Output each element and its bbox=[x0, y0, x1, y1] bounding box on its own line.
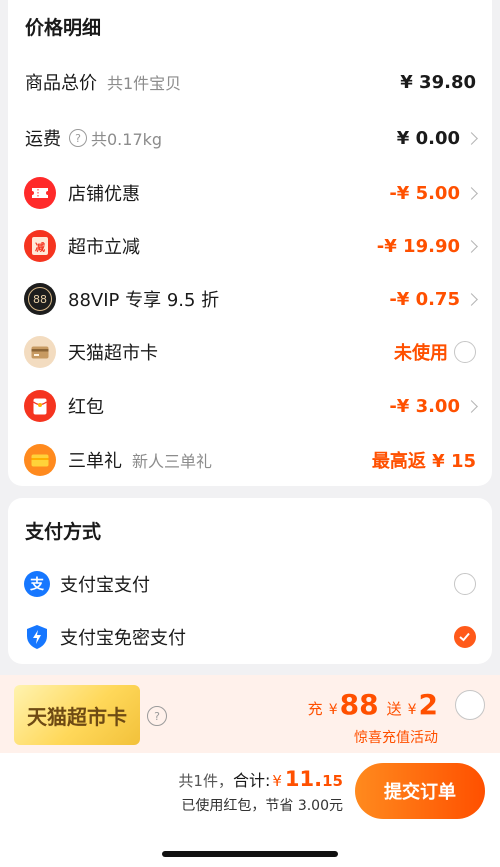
alipay-icon: 支 bbox=[24, 571, 50, 597]
savings-text: 已使用红包，节省 3.00元 bbox=[181, 798, 343, 814]
currency-symbol: ¥ bbox=[328, 702, 338, 718]
shipping-weight: 共0.17kg bbox=[91, 130, 163, 149]
discount-value: 最高返 ¥ 15 bbox=[371, 451, 476, 472]
goods-total-count: 共1件宝贝 bbox=[107, 74, 182, 93]
tmall-card-radio[interactable] bbox=[454, 341, 476, 363]
discount-label: 红包 bbox=[68, 397, 104, 418]
shipping-value: ¥ 0.00 bbox=[396, 127, 460, 149]
payment-option-label: 支付宝支付 bbox=[60, 575, 150, 596]
recharge-offer: 充 ¥ 88 送 ¥ 2 bbox=[308, 688, 438, 721]
discount-label: 88VIP 专享 9.5 折 bbox=[68, 290, 220, 311]
recharge-prefix: 充 bbox=[307, 700, 323, 718]
item-count: 共1件， bbox=[178, 772, 233, 790]
price-detail-title: 价格明细 bbox=[25, 17, 102, 39]
recharge-subtitle: 惊喜充值活动 bbox=[354, 730, 438, 746]
checkout-bar: 共1件， 合计: ¥ 11. 15 已使用红包，节省 3.00元 提交订单 bbox=[0, 753, 500, 867]
discount-row-supermarket[interactable]: 减 超市立减 -¥ 19.90 bbox=[8, 226, 492, 266]
currency-symbol: ¥ bbox=[407, 702, 417, 718]
recharge-amount: 88 bbox=[339, 688, 379, 721]
payment-radio-selected[interactable] bbox=[454, 626, 476, 648]
discount-row-88vip[interactable]: 88 88VIP 专享 9.5 折 -¥ 0.75 bbox=[8, 279, 492, 319]
price-detail-card: 价格明细 商品总价 共1件宝贝 ¥ 39.80 运费 ? 共0.17kg ¥ 0… bbox=[8, 0, 492, 486]
card-icon bbox=[24, 336, 56, 368]
payment-option-label: 支付宝免密支付 bbox=[60, 628, 186, 649]
alipay-icon-glyph: 支 bbox=[30, 577, 44, 593]
88vip-icon-text: 88 bbox=[28, 287, 52, 311]
home-indicator bbox=[162, 851, 338, 857]
discount-label: 天猫超市卡 bbox=[68, 343, 158, 364]
discount-sub: 新人三单礼 bbox=[132, 452, 213, 471]
discount-row-store[interactable]: 店铺优惠 -¥ 5.00 bbox=[8, 173, 492, 213]
chevron-right-icon bbox=[465, 292, 478, 306]
total-decimal: 15 bbox=[322, 772, 343, 790]
discount-value: -¥ 3.00 bbox=[389, 395, 460, 417]
payment-title: 支付方式 bbox=[25, 521, 102, 543]
submit-order-label: 提交订单 bbox=[384, 782, 456, 803]
discount-row-tmall-card[interactable]: 天猫超市卡 未使用 bbox=[8, 332, 492, 372]
recharge-promo-bar: 天猫超市卡 ? 充 ¥ 88 送 ¥ 2 惊喜充值活动 bbox=[0, 675, 500, 753]
chevron-right-icon bbox=[465, 131, 478, 145]
total-label: 合计: bbox=[232, 771, 271, 790]
chevron-right-icon bbox=[465, 186, 478, 200]
discount-value: 未使用 bbox=[394, 343, 448, 364]
discount-label: 三单礼 bbox=[68, 451, 122, 472]
reduction-icon: 减 bbox=[24, 230, 56, 262]
tmall-card-image: 天猫超市卡 bbox=[14, 685, 140, 745]
bonus-amount: 2 bbox=[418, 688, 438, 721]
order-total: 共1件， 合计: ¥ 11. 15 bbox=[178, 767, 343, 791]
shipping-label: 运费 bbox=[25, 129, 61, 150]
discount-row-three-order-gift: 三单礼 新人三单礼 最高返 ¥ 15 bbox=[8, 440, 492, 480]
bonus-prefix: 送 bbox=[386, 700, 402, 718]
submit-order-button[interactable]: 提交订单 bbox=[355, 763, 485, 819]
help-icon[interactable]: ? bbox=[147, 706, 167, 726]
payment-radio[interactable] bbox=[454, 573, 476, 595]
payment-option-alipay-nopwd[interactable]: 支付宝免密支付 bbox=[8, 617, 492, 657]
reduction-icon-glyph: 减 bbox=[32, 237, 48, 255]
tmall-card-text: 天猫超市卡 bbox=[27, 704, 127, 729]
goods-total-row: 商品总价 共1件宝贝 ¥ 39.80 bbox=[8, 62, 492, 102]
discount-value: -¥ 19.90 bbox=[376, 235, 460, 257]
goods-total-value: ¥ 39.80 bbox=[400, 71, 476, 93]
gift-icon bbox=[24, 444, 56, 476]
shipping-row[interactable]: 运费 ? 共0.17kg ¥ 0.00 bbox=[8, 118, 492, 158]
goods-total-label: 商品总价 bbox=[25, 73, 97, 94]
payment-option-alipay[interactable]: 支 支付宝支付 bbox=[8, 564, 492, 604]
payment-card: 支付方式 支 支付宝支付 支付宝免密支付 bbox=[8, 498, 492, 664]
chevron-right-icon bbox=[465, 399, 478, 413]
alipay-shield-icon bbox=[24, 624, 50, 650]
currency-symbol: ¥ bbox=[272, 772, 282, 790]
red-packet-icon bbox=[24, 390, 56, 422]
discount-value: -¥ 5.00 bbox=[389, 182, 460, 204]
discount-row-red-packet[interactable]: 红包 -¥ 3.00 bbox=[8, 386, 492, 426]
discount-label: 店铺优惠 bbox=[68, 184, 140, 205]
chevron-right-icon bbox=[465, 239, 478, 253]
coupon-icon bbox=[24, 177, 56, 209]
88vip-icon: 88 bbox=[24, 283, 56, 315]
discount-value: -¥ 0.75 bbox=[389, 288, 460, 310]
total-integer: 11. bbox=[284, 767, 323, 791]
discount-label: 超市立减 bbox=[68, 237, 140, 258]
recharge-radio[interactable] bbox=[455, 690, 485, 720]
help-icon[interactable]: ? bbox=[69, 129, 87, 147]
